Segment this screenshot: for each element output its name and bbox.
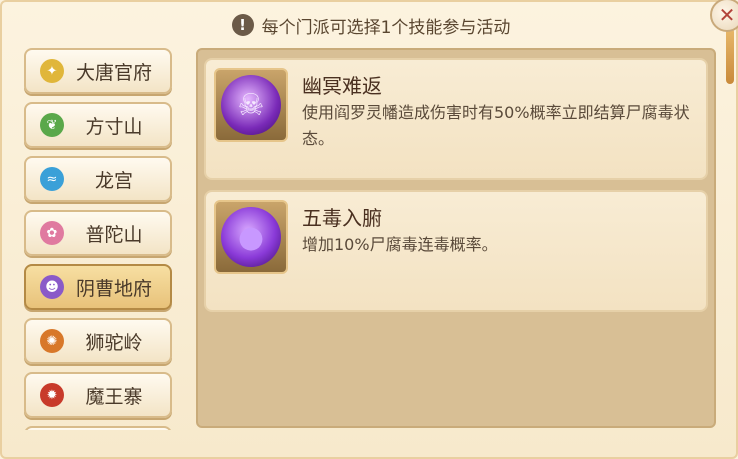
sect-label: 大唐官府 — [75, 61, 152, 84]
header-notice: ! 每个门派可选择1个技能参与活动 — [2, 8, 738, 42]
sect-list[interactable]: ✦ 大唐官府 ❦ 方寸山 ≈ 龙宫 ✿ 普陀山 ☻ 阴曹地府 ✺ 狮驼岭 ✹ 魔… — [22, 46, 174, 430]
sect-button-datang[interactable]: ✦ 大唐官府 — [24, 48, 172, 94]
skill-description: 使用阎罗灵幡造成伤害时有50%概率立即结算尸腐毒状态。 — [302, 103, 690, 148]
demon-icon: ✹ — [40, 383, 64, 407]
sect-button-shituo[interactable]: ✺ 狮驼岭 — [24, 318, 172, 364]
skill-panel: ☠ 幽冥难返 使用阎罗灵幡造成伤害时有50%概率立即结算尸腐毒状态。 ● 五毒入… — [196, 48, 716, 428]
skill-icon-frame: ☠ — [214, 68, 288, 142]
warning-icon: ! — [231, 14, 254, 36]
sect-label: 龙宫 — [94, 169, 133, 192]
skill-icon-frame: ● — [214, 200, 288, 274]
sect-label: 方寸山 — [85, 115, 143, 138]
sect-label: 阴曹地府 — [75, 277, 152, 300]
sect-button-putuo[interactable]: ✿ 普陀山 — [24, 210, 172, 256]
close-button[interactable]: ✕ — [710, 0, 738, 32]
skill-name: 幽冥难返 — [302, 74, 382, 98]
sect-button-fangcun[interactable]: ❦ 方寸山 — [24, 102, 172, 148]
close-tassel — [726, 28, 734, 84]
skill-name: 五毒入腑 — [302, 206, 382, 230]
sect-label: 狮驼岭 — [85, 331, 143, 354]
sect-button-mowang[interactable]: ✹ 魔王寨 — [24, 372, 172, 418]
notice-text: 每个门派可选择1个技能参与活动 — [261, 17, 511, 38]
skill-card[interactable]: ● 五毒入腑 增加10%尸腐毒连毒概率。 — [204, 190, 708, 312]
close-icon: ✕ — [718, 3, 736, 27]
leaf-icon: ❦ — [40, 113, 64, 137]
skill-card[interactable]: ☠ 幽冥难返 使用阎罗灵幡造成伤害时有50%概率立即结算尸腐毒状态。 — [204, 58, 708, 180]
skill-description: 增加10%尸腐毒连毒概率。 — [302, 235, 498, 254]
sect-label: 魔王寨 — [85, 385, 143, 408]
sect-button-yincao[interactable]: ☻ 阴曹地府 — [24, 264, 172, 310]
lion-icon: ✺ — [40, 329, 64, 353]
skull-icon: ☻ — [40, 275, 64, 299]
poison-cloud-icon: ● — [221, 207, 281, 267]
sect-label: 普陀山 — [85, 223, 143, 246]
sect-button-partial[interactable] — [24, 426, 172, 430]
sect-button-longgong[interactable]: ≈ 龙宫 — [24, 156, 172, 202]
skull-spirit-icon: ☠ — [221, 75, 281, 135]
event-panel: ! 每个门派可选择1个技能参与活动 ✦ 大唐官府 ❦ 方寸山 ≈ 龙宫 ✿ 普陀… — [0, 0, 738, 459]
dagger-icon: ✦ — [40, 59, 64, 83]
lotus-icon: ✿ — [40, 221, 64, 245]
wave-icon: ≈ — [40, 167, 64, 191]
